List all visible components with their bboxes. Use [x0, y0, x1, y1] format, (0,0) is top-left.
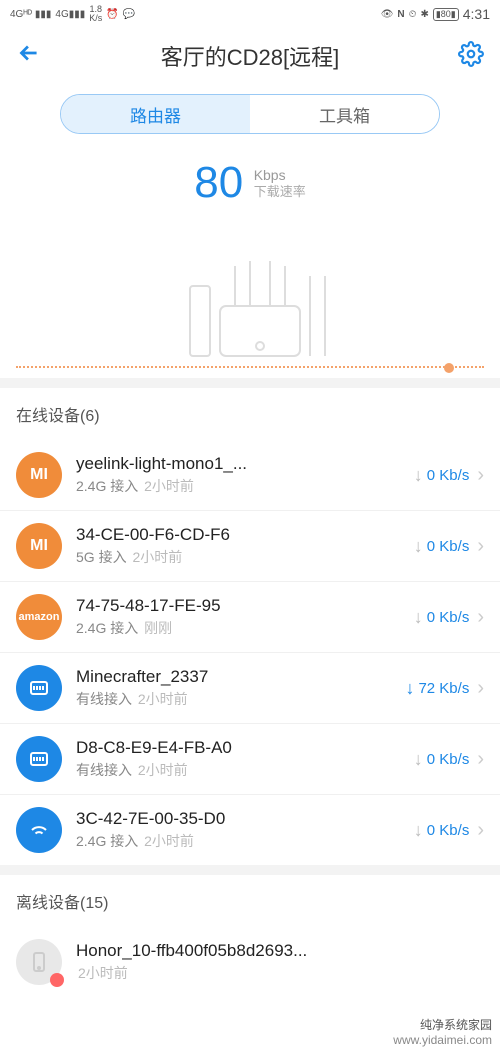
- device-name: 34-CE-00-F6-CD-F6: [76, 525, 414, 545]
- alarm-icon: ⏰: [106, 9, 118, 20]
- router-illustration: [150, 246, 350, 366]
- back-button[interactable]: [16, 40, 42, 73]
- device-meta: 2.4G 接入 2小时前: [76, 476, 414, 496]
- chevron-right-icon: ›: [477, 819, 484, 842]
- device-icon: [16, 736, 62, 782]
- device-speed: ↓ 0 Kb/s: [414, 607, 470, 628]
- device-row[interactable]: 3C-42-7E-00-35-D0 2.4G 接入 2小时前 ↓ 0 Kb/s …: [0, 795, 500, 865]
- device-meta: 有线接入 2小时前: [76, 760, 414, 780]
- page-title: 客厅的CD28[远程]: [161, 40, 339, 72]
- nav-bar: 客厅的CD28[远程]: [0, 28, 500, 84]
- speed-display: 80 Kbps 下载速率: [0, 148, 500, 208]
- device-icon: MI: [16, 523, 62, 569]
- bluetooth-icon: ✱: [420, 9, 428, 20]
- download-arrow-icon: ↓: [414, 607, 423, 628]
- device-icon: [16, 665, 62, 711]
- device-icon: amazon: [16, 594, 62, 640]
- device-name: D8-C8-E9-E4-FB-A0: [76, 738, 414, 758]
- download-arrow-icon: ↓: [414, 465, 423, 486]
- device-name: yeelink-light-mono1_...: [76, 454, 414, 474]
- device-icon: [16, 807, 62, 853]
- tab-router[interactable]: 路由器: [61, 95, 250, 133]
- speed-label: 下载速率: [254, 184, 306, 200]
- device-speed: ↓ 0 Kb/s: [414, 820, 470, 841]
- chevron-right-icon: ›: [477, 464, 484, 487]
- download-arrow-icon: ↓: [414, 820, 423, 841]
- eye-icon: 👁: [381, 9, 394, 20]
- device-name: 74-75-48-17-FE-95: [76, 596, 414, 616]
- chevron-right-icon: ›: [477, 535, 484, 558]
- offline-devices-header: 离线设备(15): [0, 875, 500, 927]
- device-row[interactable]: MI yeelink-light-mono1_... 2.4G 接入 2小时前 …: [0, 440, 500, 511]
- net-speed: 1.8 K/s: [89, 5, 102, 23]
- chevron-right-icon: ›: [477, 677, 484, 700]
- signal-2: 4G ▮▮▮: [55, 9, 85, 20]
- online-devices-header: 在线设备(6): [0, 388, 500, 440]
- signal-1: 4G ᴴᴰ ▮▮▮: [10, 9, 51, 20]
- download-arrow-icon: ↓: [414, 536, 423, 557]
- segmented-control: 路由器 工具箱: [60, 94, 440, 134]
- online-device-list: MI yeelink-light-mono1_... 2.4G 接入 2小时前 …: [0, 440, 500, 865]
- device-icon: [16, 939, 62, 985]
- device-meta: 5G 接入 2小时前: [76, 547, 414, 567]
- status-bar: 4G ᴴᴰ ▮▮▮ 4G ▮▮▮ 1.8 K/s ⏰ 💬 👁 N ⏲ ✱ ▮80…: [0, 0, 500, 28]
- device-meta: 2小时前: [76, 963, 484, 983]
- chevron-right-icon: ›: [477, 748, 484, 771]
- device-row[interactable]: Minecrafter_2337 有线接入 2小时前 ↓ 72 Kb/s ›: [0, 653, 500, 724]
- device-meta: 2.4G 接入 刚刚: [76, 618, 414, 638]
- device-row[interactable]: amazon 74-75-48-17-FE-95 2.4G 接入 刚刚 ↓ 0 …: [0, 582, 500, 653]
- device-speed: ↓ 72 Kb/s: [405, 678, 469, 699]
- offline-device-list: Honor_10-ffb400f05b8d2693... 2小时前: [0, 927, 500, 997]
- watermark: 纯净系统家园 www.yidaimei.com: [393, 1018, 492, 1049]
- device-row[interactable]: Honor_10-ffb400f05b8d2693... 2小时前: [0, 927, 500, 997]
- chart-marker: [444, 363, 454, 373]
- device-meta: 2.4G 接入 2小时前: [76, 831, 414, 851]
- device-meta: 有线接入 2小时前: [76, 689, 405, 709]
- speed-unit: Kbps: [254, 167, 306, 184]
- chevron-right-icon: ›: [477, 606, 484, 629]
- device-speed: ↓ 0 Kb/s: [414, 465, 470, 486]
- device-speed: ↓ 0 Kb/s: [414, 749, 470, 770]
- device-icon: MI: [16, 452, 62, 498]
- speed-chart: [16, 208, 484, 378]
- download-arrow-icon: ↓: [414, 749, 423, 770]
- device-row[interactable]: MI 34-CE-00-F6-CD-F6 5G 接入 2小时前 ↓ 0 Kb/s…: [0, 511, 500, 582]
- device-name: Minecrafter_2337: [76, 667, 405, 687]
- wechat-icon: 💬: [123, 9, 135, 20]
- clock-icon: ⏲: [409, 9, 417, 20]
- download-arrow-icon: ↓: [405, 678, 414, 699]
- settings-button[interactable]: [458, 41, 484, 72]
- tab-toolbox[interactable]: 工具箱: [250, 95, 439, 133]
- device-row[interactable]: D8-C8-E9-E4-FB-A0 有线接入 2小时前 ↓ 0 Kb/s ›: [0, 724, 500, 795]
- device-name: Honor_10-ffb400f05b8d2693...: [76, 941, 484, 961]
- chart-baseline: [16, 366, 484, 368]
- status-time: 4:31: [463, 6, 490, 22]
- battery-icon: ▮80▮: [433, 8, 459, 21]
- device-name: 3C-42-7E-00-35-D0: [76, 809, 414, 829]
- speed-value: 80: [194, 158, 243, 208]
- nfc-icon: N: [397, 9, 404, 20]
- device-speed: ↓ 0 Kb/s: [414, 536, 470, 557]
